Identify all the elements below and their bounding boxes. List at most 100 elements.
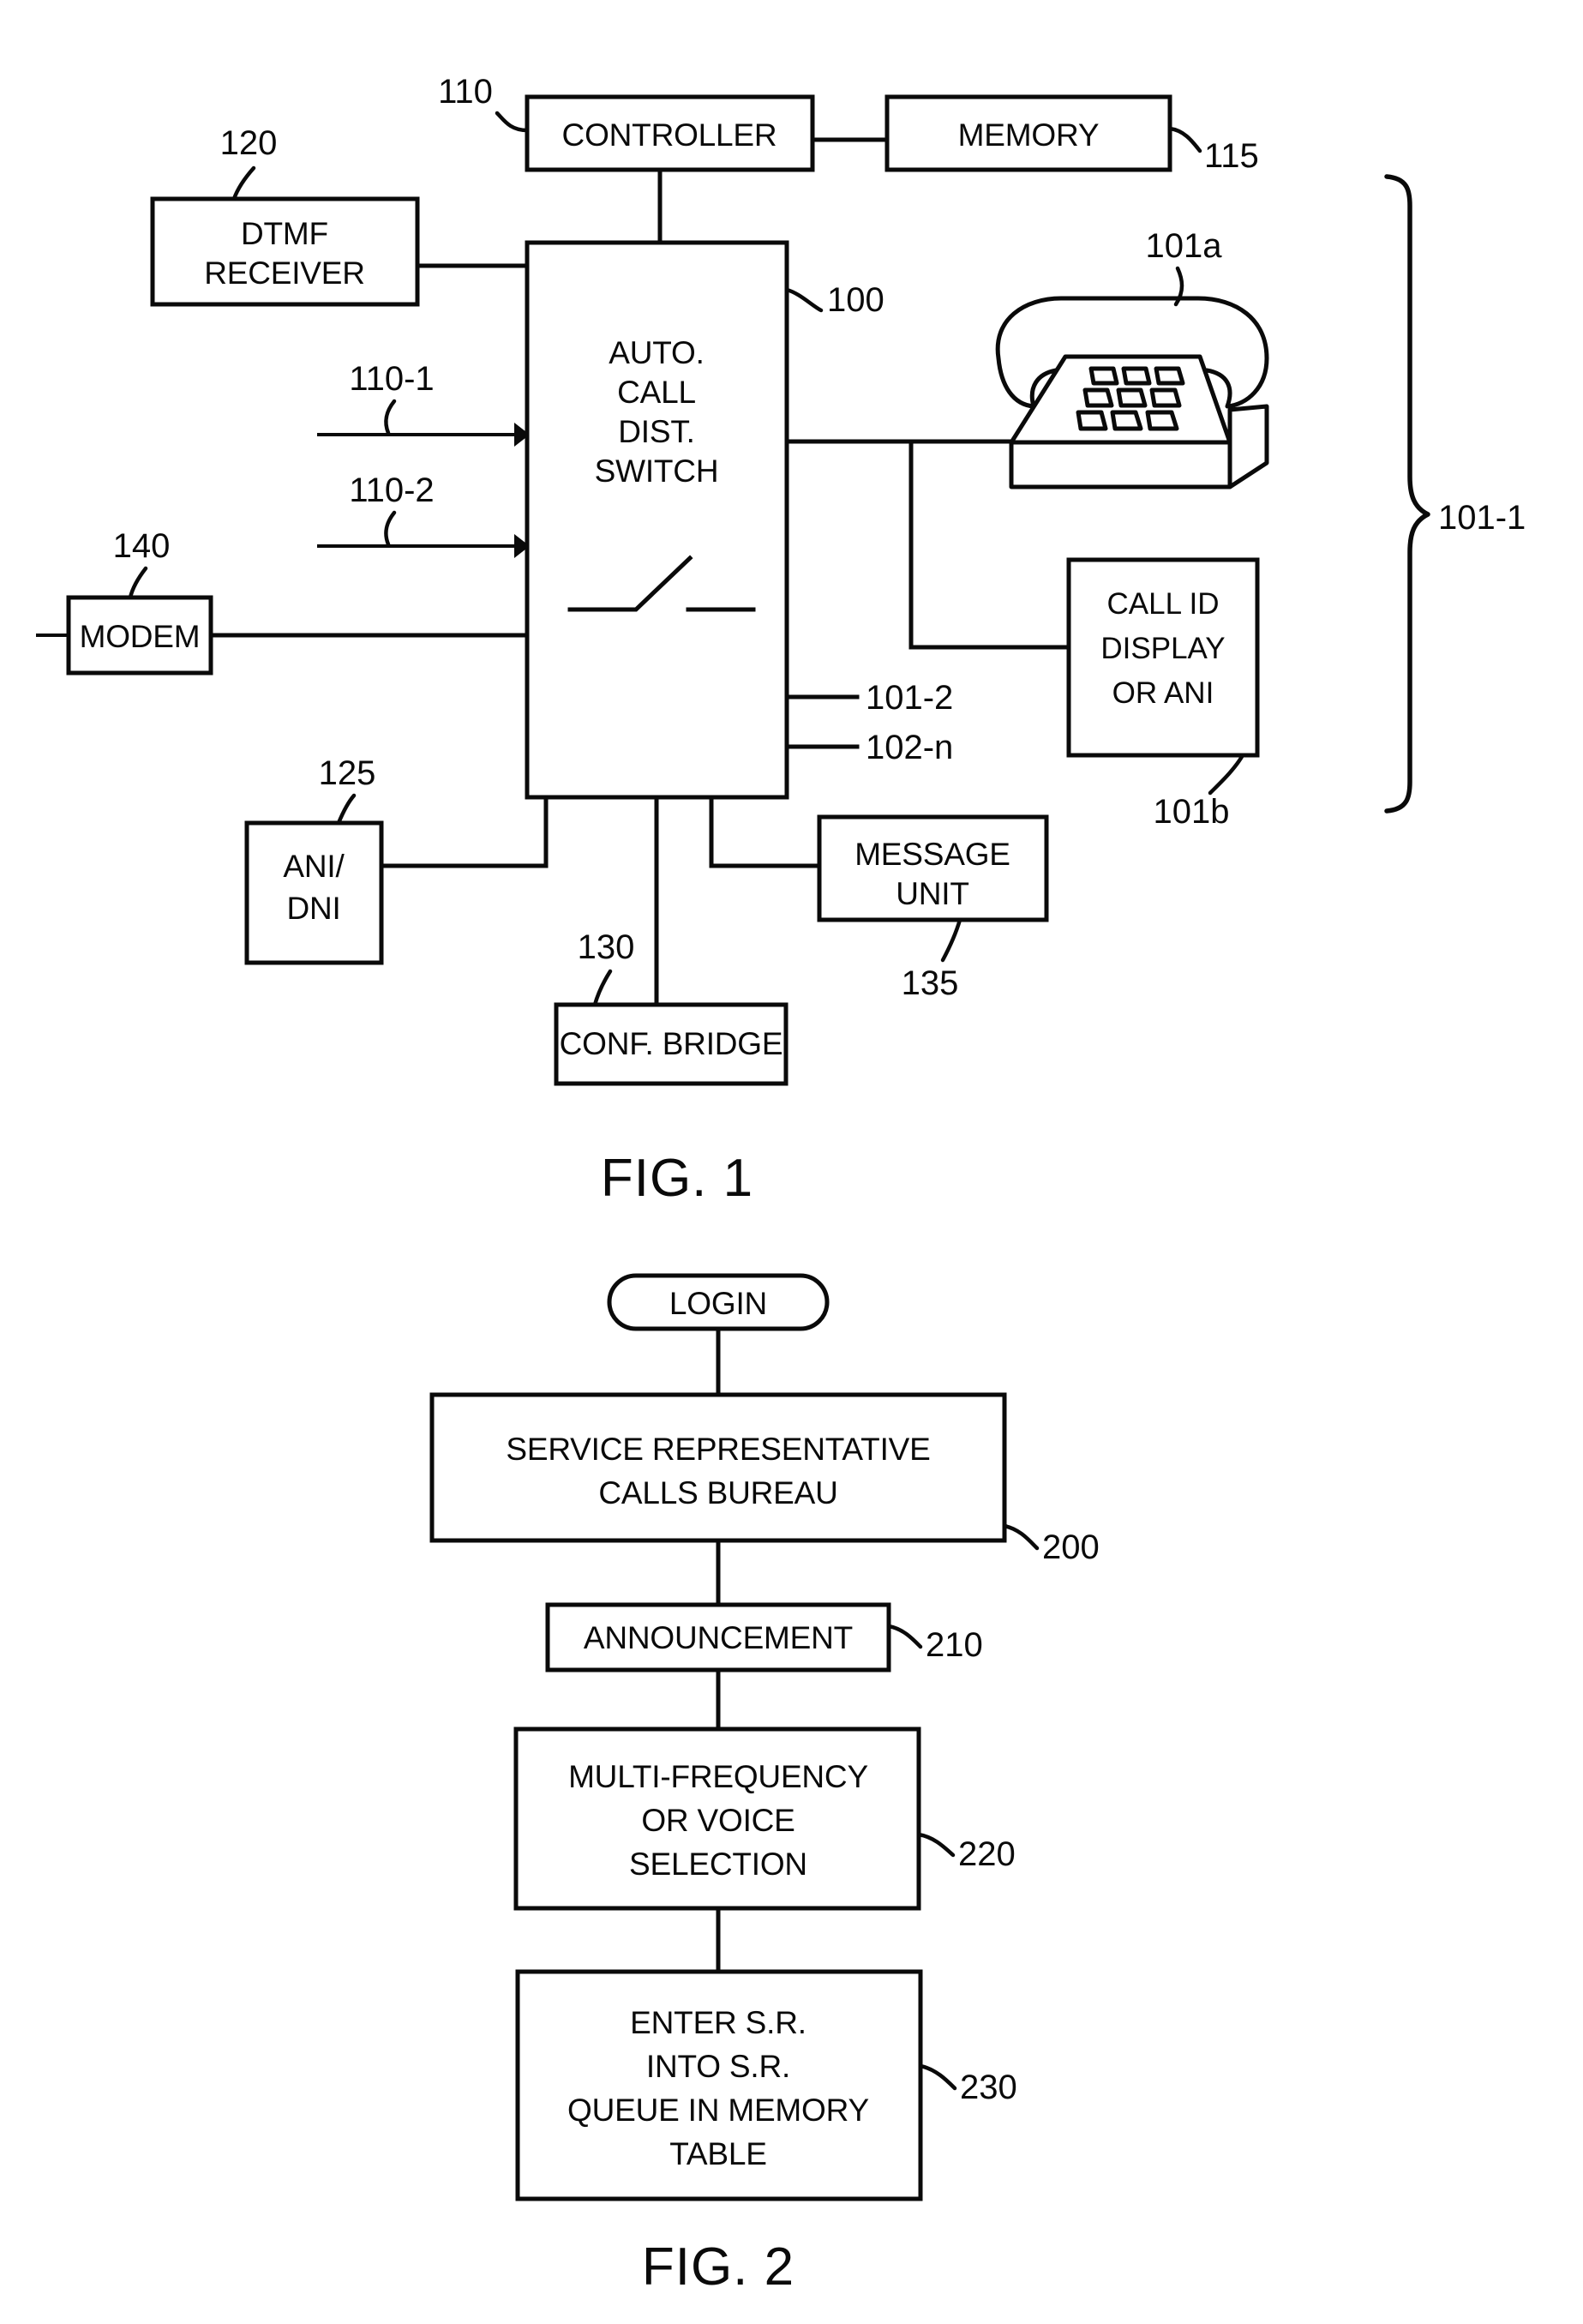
acd-label-line1: AUTO. xyxy=(609,335,704,370)
ref-label-100: 100 xyxy=(827,281,884,319)
telephone-keypad-icon xyxy=(1076,366,1185,431)
anidni-label-line2: DNI xyxy=(286,891,340,926)
block-ani-dni: ANI/ DNI xyxy=(244,820,384,965)
callid-label-line1: CALL ID xyxy=(1107,587,1220,621)
ref-label-110: 110 xyxy=(438,73,493,111)
memory-label: MEMORY xyxy=(958,117,1100,153)
block-call-id-display: CALL ID DISPLAY OR ANI xyxy=(1066,557,1260,758)
leader-115 xyxy=(1167,126,1202,153)
confbridge-label: CONF. BRIDGE xyxy=(560,1026,783,1061)
ref-120: 120 xyxy=(220,124,278,201)
leader-100 xyxy=(784,287,824,313)
ref-label-135: 135 xyxy=(902,964,959,1002)
ref-label-115: 115 xyxy=(1204,137,1259,175)
leader-210 xyxy=(886,1624,923,1649)
ref-label-210: 210 xyxy=(926,1626,983,1664)
step-230-line-2: INTO S.R. xyxy=(646,2049,790,2084)
ref-label-130: 130 xyxy=(578,928,635,966)
ref-label-101b: 101b xyxy=(1154,793,1230,831)
login-label: LOGIN xyxy=(669,1286,767,1321)
ref-140: 140 xyxy=(113,527,171,600)
ref-label-200: 200 xyxy=(1042,1528,1100,1566)
flow-step-210: ANNOUNCEMENT xyxy=(545,1602,891,1672)
block-modem: MODEM xyxy=(66,595,213,676)
block-dtmf-receiver: DTMF RECEIVER xyxy=(150,196,420,307)
figure-1-group: CONTROLLER 110 MEMORY 115 DTMF RECEIVER xyxy=(36,73,1526,1208)
block-conf-bridge: CONF. BRIDGE xyxy=(554,1002,789,1086)
ref-label-230: 230 xyxy=(960,2069,1017,2106)
block-memory: MEMORY xyxy=(884,94,1172,172)
ref-210: 210 xyxy=(886,1624,983,1664)
ref-100: 100 xyxy=(784,281,884,319)
figure-2-title: FIG. 2 xyxy=(642,2237,794,2297)
block-message-unit: MESSAGE UNIT xyxy=(817,814,1049,922)
figure-2-group: LOGIN SERVICE REPRESENTATIVE CALLS BUREA… xyxy=(429,1273,1100,2297)
leader-110 xyxy=(495,111,530,133)
step-210-line-1: ANNOUNCEMENT xyxy=(584,1620,853,1655)
ref-110-2: 110-2 xyxy=(349,471,435,547)
leader-140 xyxy=(128,566,148,600)
leader-130 xyxy=(592,969,613,1007)
ref-110: 110 xyxy=(438,73,530,133)
callid-label-line2: DISPLAY xyxy=(1100,632,1225,665)
acd-label-line3: DIST. xyxy=(618,414,694,449)
step-220-line-1: MULTI-FREQUENCY xyxy=(568,1759,868,1794)
block-acd-switch: AUTO. CALL DIST. SWITCH xyxy=(525,240,789,800)
ref-230: 230 xyxy=(918,2063,1017,2106)
flow-step-200: SERVICE REPRESENTATIVE CALLS BUREAU xyxy=(429,1392,1007,1543)
ref-label-110-2: 110-2 xyxy=(349,471,434,509)
leader-125 xyxy=(336,793,357,826)
dtmf-label-line1: DTMF xyxy=(241,216,328,251)
leader-110-1 xyxy=(384,399,397,435)
ref-125: 125 xyxy=(319,754,376,826)
anidni-label-line1: ANI/ xyxy=(283,849,345,884)
dtmf-label-line2: RECEIVER xyxy=(204,255,365,291)
ref-200: 200 xyxy=(1002,1523,1100,1566)
figure-canvas: CONTROLLER 110 MEMORY 115 DTMF RECEIVER xyxy=(36,73,1526,2297)
ref-label-220: 220 xyxy=(958,1835,1016,1873)
leader-220 xyxy=(916,1832,956,1858)
ref-101a: 101a xyxy=(1146,227,1223,307)
ref-label-120: 120 xyxy=(220,124,278,162)
acd-label-line2: CALL xyxy=(617,375,696,410)
leader-135 xyxy=(940,917,962,963)
step-230-line-3: QUEUE IN MEMORY xyxy=(567,2093,869,2128)
step-230-line-4: TABLE xyxy=(669,2136,766,2171)
flow-step-230: ENTER S.R. INTO S.R. QUEUE IN MEMORY TAB… xyxy=(515,1969,923,2201)
ref-label-140: 140 xyxy=(113,527,171,565)
desk-telephone-icon xyxy=(995,296,1269,489)
messageunit-label-line1: MESSAGE xyxy=(854,837,1010,872)
leader-230 xyxy=(918,2063,957,2091)
messageunit-label-line2: UNIT xyxy=(896,876,969,911)
step-230-line-1: ENTER S.R. xyxy=(630,2005,806,2040)
controller-label: CONTROLLER xyxy=(562,117,777,153)
leader-101b xyxy=(1208,753,1245,796)
modem-label: MODEM xyxy=(80,619,201,654)
figure-1-title: FIG. 1 xyxy=(601,1149,753,1208)
leader-110-2 xyxy=(384,510,397,547)
leader-200 xyxy=(1002,1523,1040,1551)
ref-110-1: 110-1 xyxy=(349,360,435,435)
acd-label-line4: SWITCH xyxy=(595,453,719,489)
group-brace-101-1: 101-1 xyxy=(1384,174,1526,814)
ref-label-101-2: 101-2 xyxy=(866,679,953,717)
leader-101a xyxy=(1173,266,1184,307)
step-220-line-2: OR VOICE xyxy=(641,1803,794,1838)
ref-label-102-n: 102-n xyxy=(866,729,953,766)
flow-start-login: LOGIN xyxy=(607,1273,830,1331)
ref-130: 130 xyxy=(578,928,635,1007)
ref-135: 135 xyxy=(902,917,962,1002)
block-controller: CONTROLLER xyxy=(525,94,815,172)
wire-messageunit-switch xyxy=(709,795,822,868)
step-220-line-3: SELECTION xyxy=(629,1847,807,1882)
flow-step-220: MULTI-FREQUENCY OR VOICE SELECTION xyxy=(513,1726,921,1911)
ref-label-101-1: 101-1 xyxy=(1438,499,1526,537)
step-200-line-2: CALLS BUREAU xyxy=(598,1475,837,1510)
patent-drawing-sheet: CONTROLLER 110 MEMORY 115 DTMF RECEIVER xyxy=(0,0,1583,2324)
ref-115: 115 xyxy=(1167,126,1259,175)
leader-120 xyxy=(231,165,256,201)
ref-220: 220 xyxy=(916,1832,1016,1873)
ref-label-101a: 101a xyxy=(1146,227,1223,265)
ref-label-125: 125 xyxy=(319,754,376,792)
ref-101b: 101b xyxy=(1154,753,1245,831)
